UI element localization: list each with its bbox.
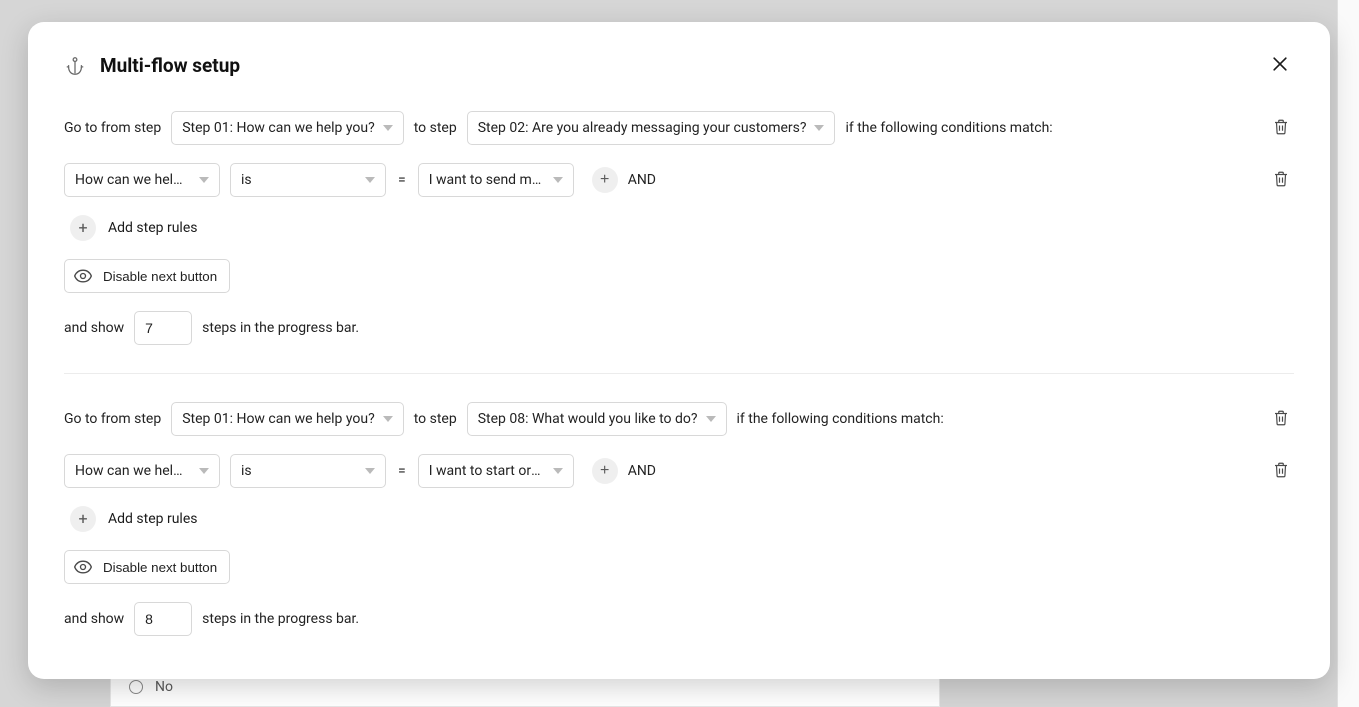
add-condition-button[interactable]: + (592, 458, 618, 484)
flow-header-row: Go to from step Step 01: How can we help… (64, 111, 1294, 145)
disable-next-button[interactable]: Disable next button (64, 259, 230, 293)
and-label: AND (628, 463, 656, 479)
condition-value-select[interactable]: I want to send me... (418, 163, 574, 197)
bg-option-label: No (155, 679, 173, 695)
condition-operator-value: is (241, 172, 252, 188)
chevron-down-icon (553, 177, 563, 183)
condition-value-value: I want to send me... (429, 172, 543, 188)
title-wrap: Multi-flow setup (64, 54, 240, 77)
condition-operator-value: is (241, 463, 252, 479)
close-button[interactable] (1266, 50, 1294, 81)
add-step-rules-button[interactable]: + Add step rules (64, 506, 197, 532)
modal-header: Multi-flow setup (64, 50, 1294, 81)
chevron-down-icon (365, 177, 375, 183)
condition-field-value: How can we help ... (75, 463, 189, 479)
progress-row: and show steps in the progress bar. (64, 602, 1294, 636)
trash-icon (1272, 408, 1290, 431)
go-to-from-label: Go to from step (64, 411, 161, 427)
condition-operator-select[interactable]: is (230, 163, 386, 197)
progress-steps-input[interactable] (134, 602, 192, 636)
chevron-down-icon (365, 468, 375, 474)
equals-label: = (396, 172, 408, 188)
disable-next-row: Disable next button (64, 259, 1294, 293)
chevron-down-icon (553, 468, 563, 474)
plus-icon: + (600, 172, 609, 188)
plus-icon: + (78, 220, 87, 236)
chevron-down-icon (383, 416, 393, 422)
plus-circle: + (70, 215, 96, 241)
close-icon (1270, 54, 1290, 77)
eye-icon (73, 269, 93, 283)
progress-steps-input[interactable] (134, 311, 192, 345)
disable-next-row: Disable next button (64, 550, 1294, 584)
delete-condition-button[interactable] (1268, 456, 1294, 487)
disable-next-button[interactable]: Disable next button (64, 550, 230, 584)
if-conditions-label: if the following conditions match: (737, 411, 944, 427)
trash-icon (1272, 117, 1290, 140)
eye-icon (73, 560, 93, 574)
condition-field-select[interactable]: How can we help ... (64, 163, 220, 197)
flow-block: Go to from step Step 01: How can we help… (64, 111, 1294, 374)
to-step-label: to step (414, 120, 457, 136)
to-step-label: to step (414, 411, 457, 427)
from-step-select[interactable]: Step 01: How can we help you? (171, 111, 404, 145)
plus-icon: + (78, 511, 87, 527)
from-step-value: Step 01: How can we help you? (182, 120, 375, 136)
radio-icon (129, 680, 143, 694)
to-step-select[interactable]: Step 02: Are you already messaging your … (467, 111, 836, 145)
add-condition-button[interactable]: + (592, 167, 618, 193)
flow-header-row: Go to from step Step 01: How can we help… (64, 402, 1294, 436)
add-rules-row: + Add step rules (64, 215, 1294, 241)
and-show-label: and show (64, 611, 124, 627)
to-step-select[interactable]: Step 08: What would you like to do? (467, 402, 727, 436)
steps-in-progress-label: steps in the progress bar. (202, 611, 359, 627)
condition-row: How can we help ... is = I want to start… (64, 454, 1294, 488)
steps-in-progress-label: steps in the progress bar. (202, 320, 359, 336)
chevron-down-icon (199, 177, 209, 183)
if-conditions-label: if the following conditions match: (845, 120, 1052, 136)
chevron-down-icon (199, 468, 209, 474)
add-step-rules-label: Add step rules (108, 511, 197, 527)
trash-icon (1272, 169, 1290, 192)
go-to-from-label: Go to from step (64, 120, 161, 136)
and-show-label: and show (64, 320, 124, 336)
multi-flow-modal: Multi-flow setup Go to from step Step 01… (28, 22, 1330, 679)
disable-next-label: Disable next button (103, 560, 217, 575)
add-rules-row: + Add step rules (64, 506, 1294, 532)
bg-sidebar (1337, 0, 1359, 707)
condition-field-value: How can we help ... (75, 172, 189, 188)
equals-label: = (396, 463, 408, 479)
and-label: AND (628, 172, 656, 188)
from-step-select[interactable]: Step 01: How can we help you? (171, 402, 404, 436)
chevron-down-icon (814, 125, 824, 131)
to-step-value: Step 02: Are you already messaging your … (478, 120, 807, 136)
to-step-value: Step 08: What would you like to do? (478, 411, 698, 427)
anchor-icon (64, 55, 86, 77)
condition-value-select[interactable]: I want to start or u... (418, 454, 574, 488)
trash-icon (1272, 460, 1290, 483)
flow-block: Go to from step Step 01: How can we help… (64, 402, 1294, 664)
plus-icon: + (600, 463, 609, 479)
disable-next-label: Disable next button (103, 269, 217, 284)
condition-value-value: I want to start or u... (429, 463, 543, 479)
delete-flow-button[interactable] (1268, 113, 1294, 144)
add-step-rules-label: Add step rules (108, 220, 197, 236)
add-step-rules-button[interactable]: + Add step rules (64, 215, 197, 241)
modal-title: Multi-flow setup (100, 54, 240, 77)
condition-row: How can we help ... is = I want to send … (64, 163, 1294, 197)
from-step-value: Step 01: How can we help you? (182, 411, 375, 427)
progress-row: and show steps in the progress bar. (64, 311, 1294, 345)
delete-flow-button[interactable] (1268, 404, 1294, 435)
plus-circle: + (70, 506, 96, 532)
chevron-down-icon (706, 416, 716, 422)
condition-field-select[interactable]: How can we help ... (64, 454, 220, 488)
delete-condition-button[interactable] (1268, 165, 1294, 196)
chevron-down-icon (383, 125, 393, 131)
condition-operator-select[interactable]: is (230, 454, 386, 488)
